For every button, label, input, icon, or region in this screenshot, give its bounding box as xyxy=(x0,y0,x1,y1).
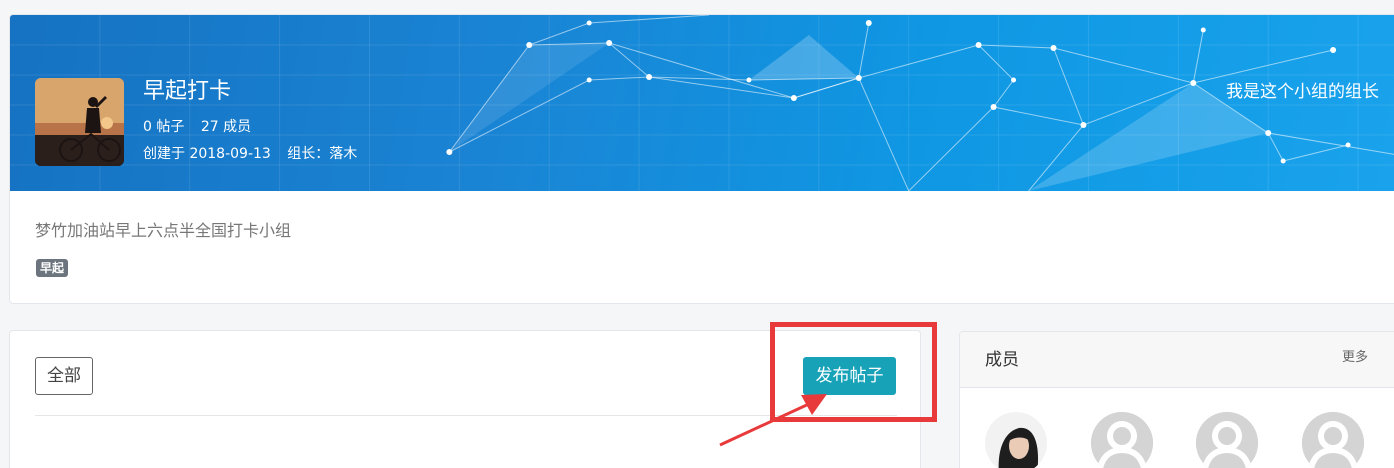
group-tag[interactable]: 早起 xyxy=(36,259,69,277)
member-avatar-default[interactable] xyxy=(1302,412,1364,468)
members-more-link[interactable]: 更多 xyxy=(1342,349,1368,367)
member-avatar-default[interactable] xyxy=(1091,412,1153,468)
members-panel: 成员 更多 xyxy=(959,331,1394,468)
member-count: 27 成员 xyxy=(200,119,252,135)
annotation-arrow-icon xyxy=(719,394,827,447)
group-meta: 创建于 2018-09-13 组长：落木 xyxy=(143,144,369,164)
members-title: 成员 xyxy=(985,350,1019,370)
group-stats: 0 帖子 27 成员 xyxy=(143,117,263,137)
group-header-card: 早起打卡 0 帖子 27 成员 创建于 2018-09-13 组长：落木 我是这… xyxy=(9,14,1394,304)
members-header: 成员 更多 xyxy=(960,332,1394,388)
group-leader[interactable]: 组长：落木 xyxy=(287,146,357,162)
member-avatar-default[interactable] xyxy=(1196,412,1258,468)
member-avatar[interactable] xyxy=(985,412,1047,468)
member-photo-image xyxy=(985,412,1047,468)
user-placeholder-icon xyxy=(1302,412,1364,468)
leader-note: 我是这个小组的组长 xyxy=(1226,82,1379,102)
post-count: 0 帖子 xyxy=(143,119,185,135)
user-placeholder-icon xyxy=(1091,412,1153,468)
group-description: 梦竹加油站早上六点半全国打卡小组 xyxy=(35,221,292,240)
group-avatar xyxy=(35,78,124,166)
group-name: 早起打卡 xyxy=(143,79,232,104)
created-date: 创建于 2018-09-13 xyxy=(143,146,271,162)
cyclist-sunset-image xyxy=(35,78,124,166)
filter-all-button[interactable]: 全部 xyxy=(35,357,93,395)
user-placeholder-icon xyxy=(1196,412,1258,468)
